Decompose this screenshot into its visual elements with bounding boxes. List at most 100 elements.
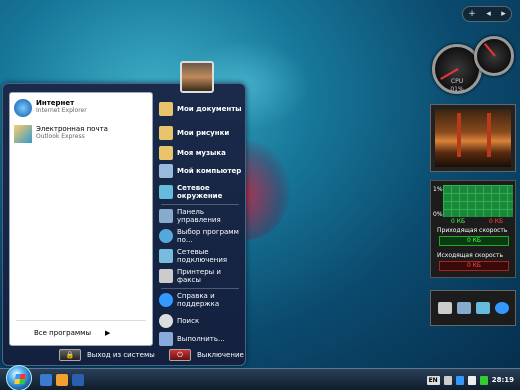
pinned-subtitle: Internet Explorer <box>36 107 87 114</box>
computer-icon <box>159 164 173 178</box>
taskbar: EN 28:19 <box>0 365 520 390</box>
cpu-value: 01% <box>450 86 464 93</box>
divider <box>16 320 146 321</box>
folder-documents-icon <box>159 102 173 116</box>
add-gadget-button[interactable]: + <box>468 9 476 19</box>
system-tray: EN 28:19 <box>426 369 520 390</box>
menu-item-my-pictures[interactable]: Мои рисунки <box>159 126 243 140</box>
start-menu-right-pane: Мои документы Мои рисунки Моя музыка Мой… <box>155 92 243 346</box>
bridge-tower <box>487 113 491 157</box>
menu-item-network-connections[interactable]: Сетевые подключения <box>159 248 243 264</box>
cpu-label: CPU <box>450 78 464 85</box>
media-player-icon[interactable] <box>56 374 68 386</box>
graph-left-value: 0 КБ <box>451 218 466 225</box>
computer-icon[interactable] <box>437 302 452 314</box>
menu-item-my-music[interactable]: Моя музыка <box>159 146 243 160</box>
download-label: Приходящая скорость <box>437 227 508 234</box>
pinned-internet[interactable]: Интернет Internet Explorer <box>14 99 87 117</box>
menu-item-label: Сетевое окружение <box>177 184 223 200</box>
outlook-express-icon <box>14 125 32 143</box>
pinned-email[interactable]: Электронная почта Outlook Express <box>14 125 108 143</box>
next-gadget-button[interactable]: ▸ <box>501 9 506 19</box>
start-menu-footer: 🔒 Выход из системы ⏻ Выключение <box>3 345 245 365</box>
control-panel-icon <box>159 209 173 223</box>
arrow-right-icon: ▶ <box>104 329 111 337</box>
menu-item-network-places[interactable]: Сетевое окружение <box>159 184 243 200</box>
start-menu-left-pane: Интернет Internet Explorer Электронная п… <box>9 92 153 346</box>
all-programs-label: Все программы <box>34 329 91 337</box>
upload-label: Исходящая скорость <box>437 252 504 259</box>
search-icon <box>159 314 173 328</box>
upload-value: 0 КБ <box>439 261 509 271</box>
divider <box>161 288 239 289</box>
folder-pictures-icon <box>159 126 173 140</box>
menu-item-label: Сетевые подключения <box>177 248 228 264</box>
start-menu: Интернет Internet Explorer Электронная п… <box>2 83 246 366</box>
language-indicator[interactable]: EN <box>426 375 440 385</box>
internet-explorer-icon[interactable] <box>494 302 509 314</box>
explorer-icon[interactable] <box>72 374 84 386</box>
connections-icon[interactable] <box>475 302 490 314</box>
menu-item-label: Мои документы <box>177 105 242 113</box>
sidebar-controls: + ◂ ▸ <box>462 6 512 22</box>
menu-item-label: Справка и поддержка <box>177 292 220 308</box>
prev-gadget-button[interactable]: ◂ <box>486 9 491 19</box>
shutdown-label: Выключение <box>197 351 244 359</box>
internet-explorer-icon <box>14 99 32 117</box>
safely-remove-icon[interactable] <box>443 375 452 385</box>
shutdown-button[interactable]: ⏻ Выключение <box>169 349 244 361</box>
menu-item-run[interactable]: Выполнить... <box>159 332 243 346</box>
logoff-button[interactable]: 🔒 Выход из системы <box>59 349 155 361</box>
menu-item-help[interactable]: Справка и поддержка <box>159 292 243 308</box>
show-desktop-icon[interactable] <box>40 374 52 386</box>
network-places-icon <box>159 185 173 199</box>
network-graph <box>443 185 513 217</box>
divider <box>161 204 239 205</box>
lock-icon: 🔒 <box>59 349 81 361</box>
pinned-title: Электронная почта <box>36 125 108 133</box>
memory-gauge <box>474 36 514 76</box>
run-icon <box>159 332 173 346</box>
pinned-subtitle: Outlook Express <box>36 133 85 140</box>
menu-item-label: Выбор программ по... <box>177 228 239 244</box>
menu-item-my-documents[interactable]: Мои документы <box>159 102 243 116</box>
menu-item-printers[interactable]: Принтеры и факсы <box>159 268 243 284</box>
menu-item-search[interactable]: Поиск <box>159 314 243 328</box>
graph-scale-top: 1% <box>433 186 443 193</box>
network-connections-icon <box>159 249 173 263</box>
cpu-meter-gadget[interactable]: CPU 01% <box>432 36 516 96</box>
user-avatar[interactable] <box>180 61 214 93</box>
memory-needle <box>483 43 496 57</box>
network-meter-gadget[interactable]: 1% 0% 0 КБ 0 КБ Приходящая скорость 0 КБ… <box>430 180 516 278</box>
all-programs-button[interactable]: Все программы ▶ <box>34 329 110 337</box>
menu-item-program-defaults[interactable]: Выбор программ по... <box>159 228 243 244</box>
slideshow-gadget[interactable] <box>430 104 516 172</box>
menu-item-label: Принтеры и факсы <box>177 268 221 284</box>
pinned-title: Интернет <box>36 99 75 107</box>
menu-item-label: Мой компьютер <box>177 167 242 175</box>
bridge-tower <box>457 113 461 157</box>
help-icon <box>159 293 173 307</box>
folder-music-icon <box>159 146 173 160</box>
logoff-label: Выход из системы <box>87 351 155 359</box>
network-tray-icon[interactable] <box>455 375 464 385</box>
clock[interactable]: 28:19 <box>492 376 514 384</box>
download-value: 0 КБ <box>439 236 509 246</box>
program-defaults-icon <box>159 229 173 243</box>
menu-item-control-panel[interactable]: Панель управления <box>159 208 243 224</box>
update-icon[interactable] <box>479 375 488 385</box>
printers-icon <box>159 269 173 283</box>
start-button[interactable] <box>6 365 32 390</box>
graph-scale-bottom: 0% <box>433 211 443 218</box>
graph-right-value: 0 КБ <box>489 218 504 225</box>
menu-item-my-computer[interactable]: Мой компьютер <box>159 164 243 178</box>
shortcuts-gadget[interactable] <box>430 290 516 326</box>
volume-icon[interactable] <box>467 375 476 385</box>
menu-item-label: Моя музыка <box>177 149 226 157</box>
menu-item-label: Выполнить... <box>177 335 225 343</box>
bridge-photo <box>435 109 511 167</box>
menu-item-label: Поиск <box>177 317 200 325</box>
power-icon: ⏻ <box>169 349 191 361</box>
menu-item-label: Панель управления <box>177 208 221 224</box>
network-icon[interactable] <box>456 302 471 314</box>
